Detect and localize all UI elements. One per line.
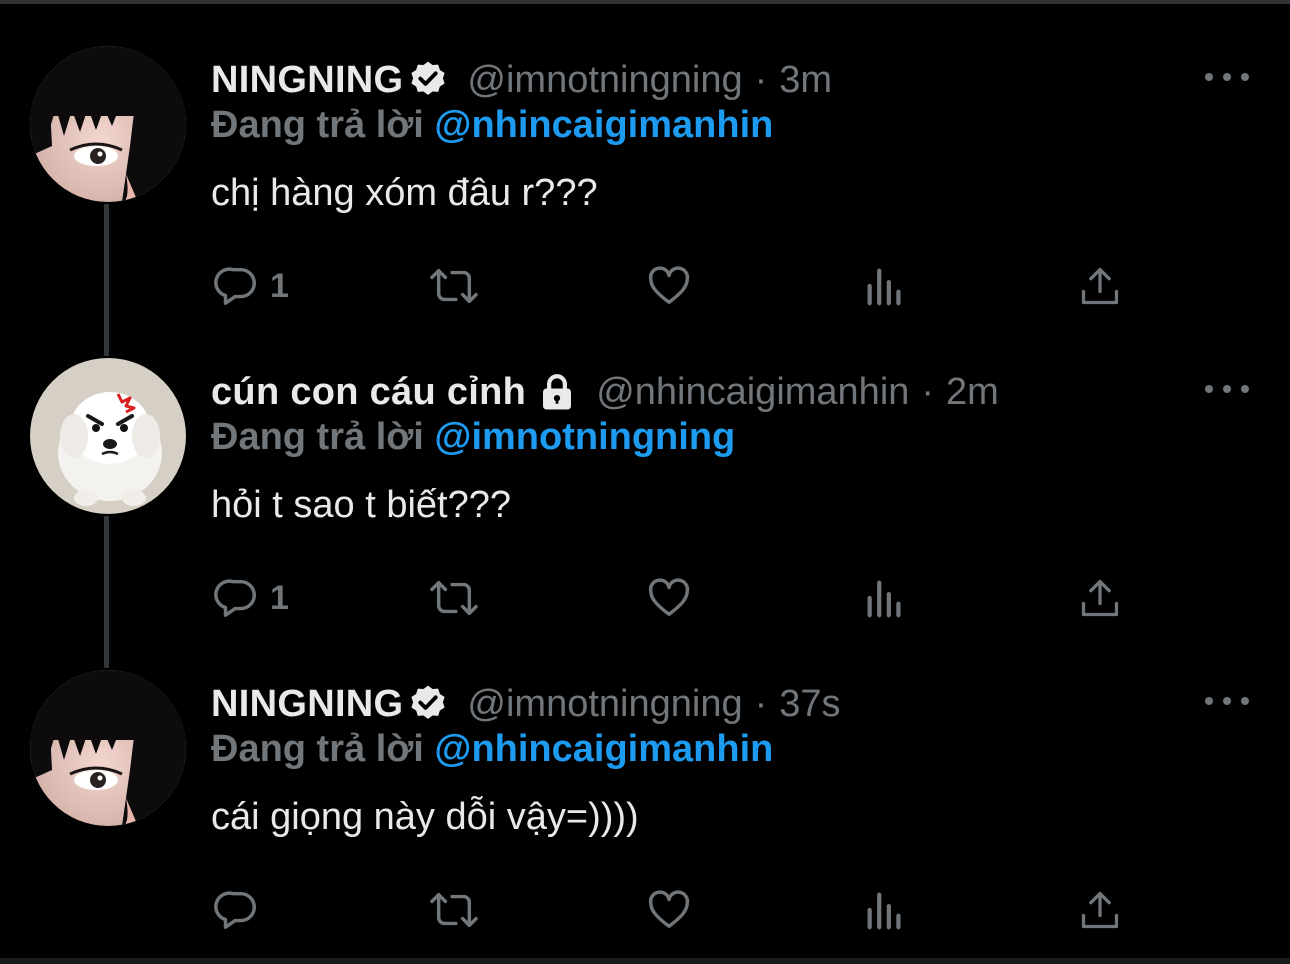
share-button[interactable] [1078,886,1122,934]
timestamp[interactable]: 3m [779,59,832,102]
more-options-icon[interactable] [1205,62,1249,92]
separator-dot: · [754,58,768,101]
share-button[interactable] [1078,262,1122,310]
separator-dot: · [754,682,768,725]
retweet-button[interactable] [428,574,480,622]
replying-to: Đang trả lời @nhincaigimanhin [211,104,773,147]
reply-icon [214,267,256,305]
like-button[interactable] [645,886,693,934]
timestamp[interactable]: 37s [779,683,840,726]
analytics-icon [867,268,901,306]
tweet[interactable]: cún con cáu cỉnh @nhincaigimanhin · 2m Đ… [0,312,1290,624]
analytics-button[interactable] [864,574,906,622]
tweet[interactable]: NINGNING @imnotningning · 3m Đang trả lờ… [0,0,1290,312]
retweet-button[interactable] [428,262,480,310]
replying-to-handle[interactable]: @imnotningning [434,416,735,458]
like-button[interactable] [645,262,693,310]
replying-to: Đang trả lời @nhincaigimanhin [211,728,773,771]
replying-to-label: Đang trả lời [211,104,424,146]
reply-button[interactable]: 1 [214,262,289,310]
more-options-icon[interactable] [1205,686,1249,716]
display-name[interactable]: NINGNING [211,59,403,102]
replying-to: Đang trả lời @imnotningning [211,416,735,459]
avatar[interactable] [30,46,186,202]
action-bar: 1 [0,574,1290,622]
handle[interactable]: @imnotningning [467,683,742,726]
separator-dot: · [921,370,935,413]
action-bar [0,886,1290,934]
tweet-text: chị hàng xóm đâu r??? [211,172,598,214]
like-icon [648,266,690,305]
analytics-button[interactable] [864,886,906,934]
like-icon [648,578,690,617]
like-icon [648,890,690,929]
reply-count: 1 [270,578,289,617]
handle[interactable]: @imnotningning [467,59,742,102]
verified-icon [407,59,449,101]
share-icon [1081,579,1119,617]
reply-icon [214,579,256,617]
more-options-icon[interactable] [1205,374,1249,404]
avatar[interactable] [30,358,186,514]
tweet-header: cún con cáu cỉnh @nhincaigimanhin · 2m [211,366,999,418]
bottom-divider [0,958,1290,964]
reply-icon [214,891,256,929]
analytics-icon [867,580,901,618]
verified-icon [407,683,449,725]
tweet-header: NINGNING @imnotningning · 3m [211,54,832,106]
avatar[interactable] [30,670,186,826]
replying-to-handle[interactable]: @nhincaigimanhin [434,104,773,146]
handle[interactable]: @nhincaigimanhin [596,371,909,414]
retweet-icon [430,580,478,616]
share-button[interactable] [1078,574,1122,622]
tweet-header: NINGNING @imnotningning · 37s [211,678,841,730]
display-name[interactable]: cún con cáu cỉnh [211,371,526,414]
analytics-button[interactable] [864,262,906,310]
retweet-icon [430,268,478,304]
tweet[interactable]: NINGNING @imnotningning · 37s Đang trả l… [0,624,1290,936]
reply-button[interactable]: 1 [214,574,289,622]
replying-to-label: Đang trả lời [211,728,424,770]
action-bar: 1 [0,262,1290,310]
analytics-icon [867,892,901,930]
replying-to-handle[interactable]: @nhincaigimanhin [434,728,773,770]
retweet-button[interactable] [428,886,480,934]
timestamp[interactable]: 2m [946,371,999,414]
reply-button[interactable] [214,886,270,934]
lock-icon [536,371,578,413]
tweet-text: hỏi t sao t biết??? [211,484,511,526]
share-icon [1081,267,1119,305]
like-button[interactable] [645,574,693,622]
replying-to-label: Đang trả lời [211,416,424,458]
tweet-text: cái giọng này dỗi vậy=)))) [211,796,639,838]
display-name[interactable]: NINGNING [211,683,403,726]
share-icon [1081,891,1119,929]
reply-count: 1 [270,266,289,305]
retweet-icon [430,892,478,928]
